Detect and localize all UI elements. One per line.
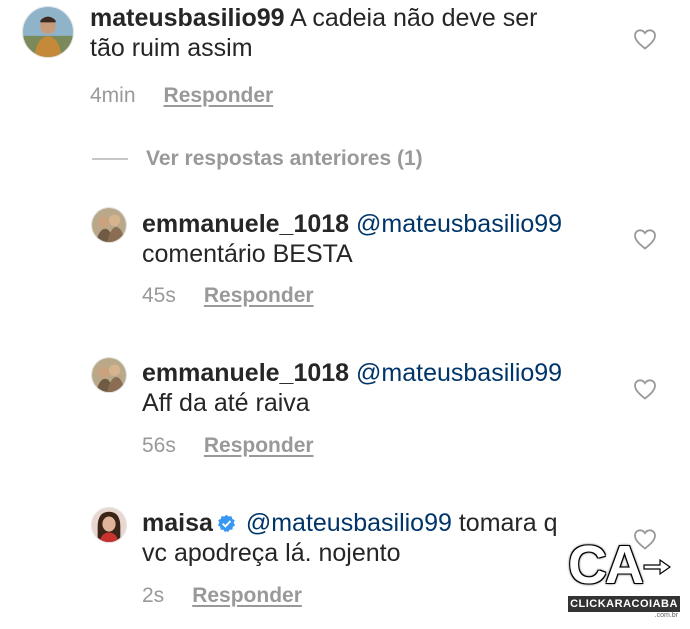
comment-time: 56s: [142, 434, 176, 457]
comment-body: tomara q: [458, 509, 558, 537]
like-heart-icon[interactable]: [633, 378, 657, 400]
reply-button[interactable]: Responder: [204, 284, 314, 307]
comment-text: maisa @mateusbasilio99 tomara q vc apodr…: [142, 508, 602, 568]
comment-username[interactable]: maisa: [142, 509, 213, 537]
watermark-domain: .com.br: [654, 612, 678, 619]
profile-photo-woman-icon: [92, 508, 126, 542]
like-heart-icon[interactable]: [633, 228, 657, 250]
profile-photo-children-icon: [92, 208, 126, 242]
arrow-right-icon: [643, 558, 672, 576]
comment-meta: 56s Responder: [142, 434, 314, 458]
comment-username[interactable]: mateusbasilio99: [90, 4, 285, 32]
comment-text: emmanuele_1018 @mateusbasilio99 comentár…: [142, 209, 622, 269]
verified-badge-icon: [217, 514, 236, 533]
comment-body-line2: tão ruim assim: [90, 34, 253, 62]
comment-body: comentário BESTA: [142, 240, 353, 268]
comment-mention[interactable]: @mateusbasilio99: [356, 210, 562, 238]
divider-line: [92, 158, 128, 160]
comment-time: 45s: [142, 284, 176, 307]
comment-meta: 2s Responder: [142, 584, 302, 608]
watermark-name: CLICKARACOIABA: [568, 596, 680, 612]
comment-mention[interactable]: @mateusbasilio99: [356, 359, 562, 387]
comment-time: 4min: [90, 84, 136, 107]
watermark-logo: CA CLICKARACOIABA .com.br: [568, 538, 680, 620]
comment-mention[interactable]: @mateusbasilio99: [246, 509, 452, 537]
comment-body-line2: vc apodreça lá. nojento: [142, 539, 401, 567]
reply-button[interactable]: Responder: [164, 84, 274, 107]
avatar[interactable]: [22, 6, 74, 58]
reply-button[interactable]: Responder: [204, 434, 314, 457]
view-previous-replies[interactable]: Ver respostas anteriores (1): [92, 146, 423, 172]
view-previous-replies-label: Ver respostas anteriores (1): [146, 147, 423, 170]
avatar[interactable]: [91, 357, 127, 393]
comment-text: emmanuele_1018 @mateusbasilio99 Aff da a…: [142, 358, 622, 418]
avatar[interactable]: [91, 207, 127, 243]
comment-meta: 4min Responder: [90, 84, 273, 108]
profile-photo-man-outdoors-icon: [23, 7, 73, 57]
comment-username[interactable]: emmanuele_1018: [142, 359, 349, 387]
comment-body: A cadeia não deve ser: [290, 4, 538, 32]
profile-photo-children-icon: [92, 358, 126, 392]
comment-username[interactable]: emmanuele_1018: [142, 210, 349, 238]
avatar[interactable]: [91, 507, 127, 543]
comment-body: Aff da até raiva: [142, 389, 310, 417]
comment-time: 2s: [142, 584, 165, 607]
like-heart-icon[interactable]: [633, 28, 657, 50]
comment-meta: 45s Responder: [142, 284, 314, 308]
comment-text: mateusbasilio99 A cadeia não deve ser tã…: [90, 3, 610, 63]
reply-button[interactable]: Responder: [192, 584, 302, 607]
